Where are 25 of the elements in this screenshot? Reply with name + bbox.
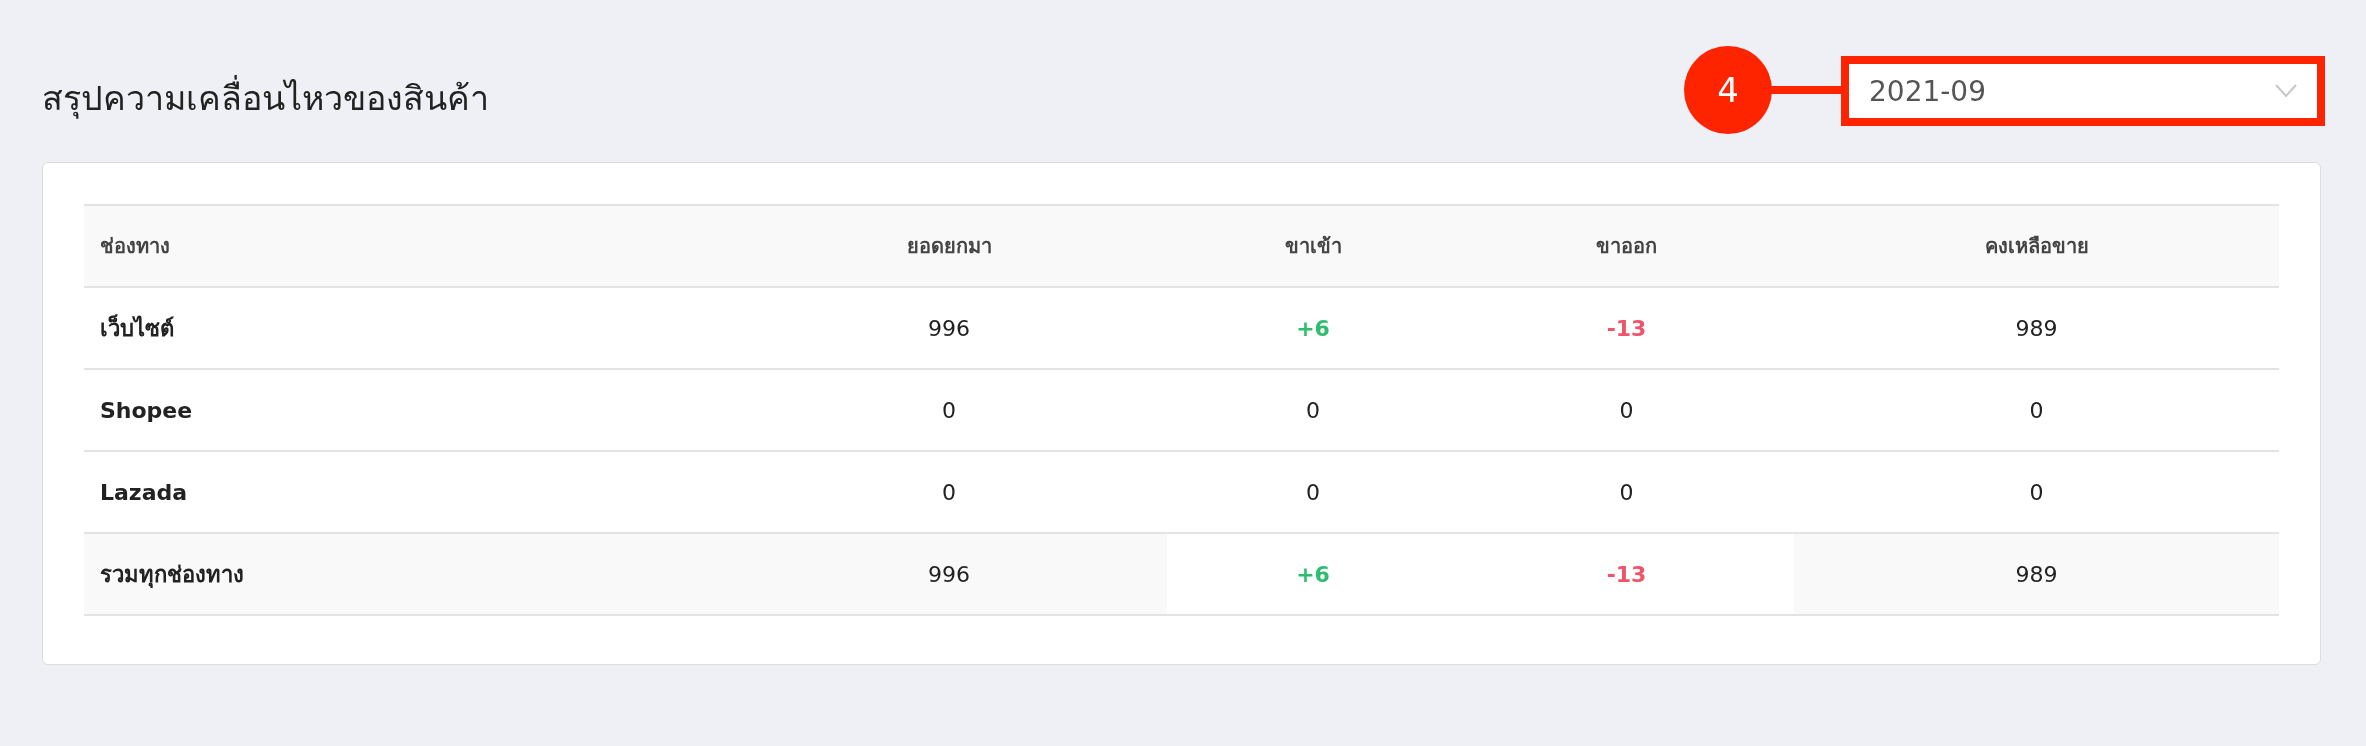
table-cell: 996 bbox=[731, 533, 1167, 615]
table-cell: 0 bbox=[1167, 369, 1459, 451]
table-cell: +6 bbox=[1167, 533, 1459, 615]
table-cell: 0 bbox=[731, 369, 1167, 451]
table-cell: 0 bbox=[1794, 369, 2279, 451]
chevron-down-icon bbox=[2275, 84, 2297, 98]
column-header: ขาออก bbox=[1459, 205, 1794, 287]
table-cell: 996 bbox=[731, 287, 1167, 369]
page-title: สรุปความเคลื่อนไหวของสินค้า bbox=[42, 71, 489, 125]
table-cell: 989 bbox=[1794, 287, 2279, 369]
step-number-badge: 4 bbox=[1684, 46, 1772, 134]
table-cell: +6 bbox=[1167, 287, 1459, 369]
column-header: ยอดยกมา bbox=[731, 205, 1167, 287]
table-cell: 0 bbox=[1167, 451, 1459, 533]
table-cell: 0 bbox=[1459, 451, 1794, 533]
channel-name: Shopee bbox=[84, 369, 731, 451]
table-cell: 989 bbox=[1794, 533, 2279, 615]
table-cell: 0 bbox=[1459, 369, 1794, 451]
channel-name: รวมทุกช่องทาง bbox=[84, 533, 731, 615]
table-cell: -13 bbox=[1459, 287, 1794, 369]
column-header: คงเหลือขาย bbox=[1794, 205, 2279, 287]
month-dropdown[interactable]: 2021-09 bbox=[1841, 56, 2325, 126]
channel-name: เว็บไซต์ bbox=[84, 287, 731, 369]
column-header: ขาเข้า bbox=[1167, 205, 1459, 287]
column-header: ช่องทาง bbox=[84, 205, 731, 287]
